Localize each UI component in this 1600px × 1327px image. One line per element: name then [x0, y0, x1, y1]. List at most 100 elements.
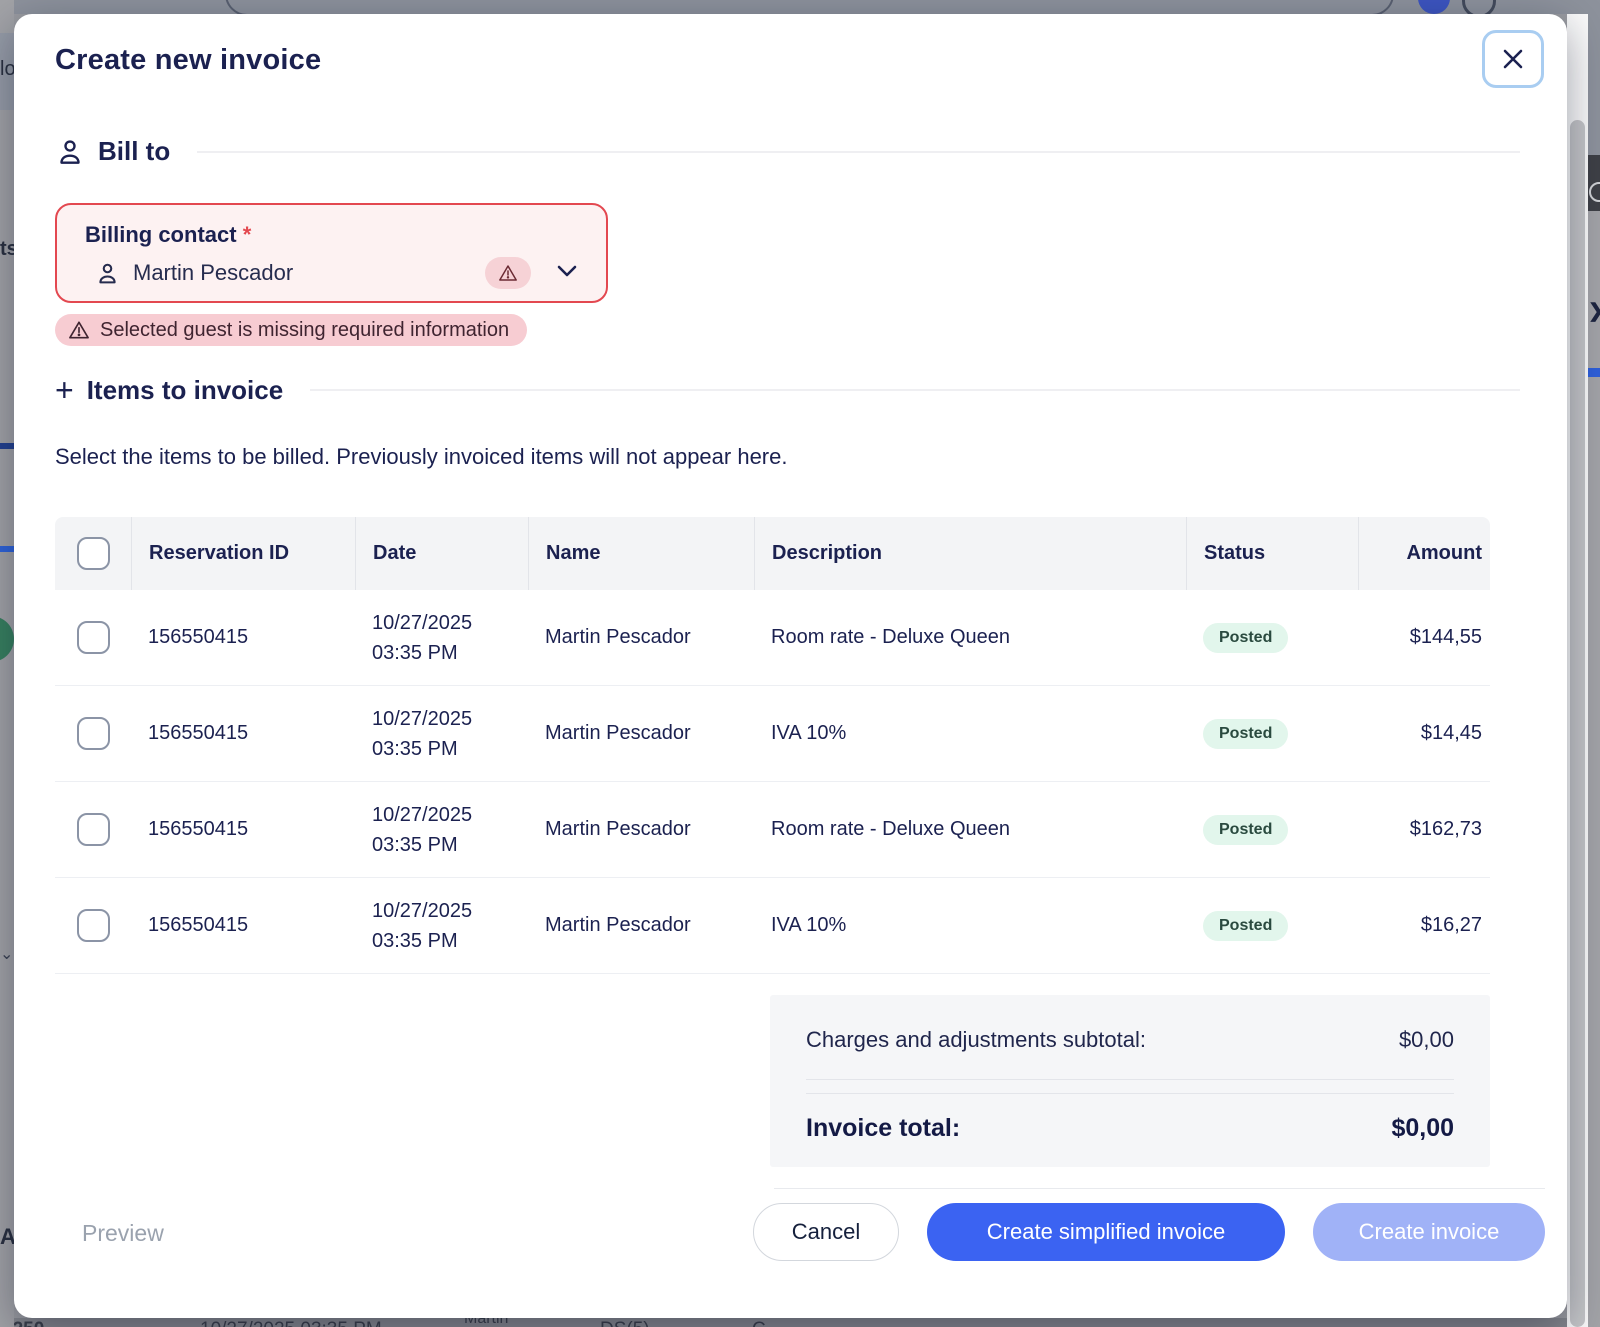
- row-checkbox[interactable]: [77, 909, 110, 942]
- field-warning-badge: [485, 257, 531, 289]
- cell-description: Room rate - Deluxe Queen: [754, 626, 1186, 649]
- cell-description: IVA 10%: [754, 722, 1186, 745]
- table-header-row: Reservation ID Date Name Description Sta…: [55, 517, 1490, 590]
- billing-contact-value: Martin Pescador: [133, 260, 293, 286]
- cancel-button[interactable]: Cancel: [753, 1203, 899, 1261]
- column-header-status: Status: [1186, 517, 1358, 590]
- background-help-icon-fragment: [1462, 0, 1496, 14]
- background-chevron-fragment: ⌄: [0, 944, 13, 964]
- totals-divider: [806, 1093, 1454, 1094]
- column-header-description: Description: [754, 517, 1186, 590]
- scrollbar-thumb[interactable]: [1570, 120, 1585, 1327]
- cell-date: 10/27/202503:35 PM: [372, 704, 472, 764]
- billing-contact-error: Selected guest is missing required infor…: [55, 314, 527, 346]
- close-button[interactable]: [1482, 30, 1544, 88]
- column-header-reservation-id: Reservation ID: [131, 517, 355, 590]
- status-badge: Posted: [1203, 719, 1288, 749]
- column-header-amount: Amount: [1358, 517, 1490, 590]
- totals-divider: [806, 1079, 1454, 1080]
- footer-divider: [774, 1188, 1545, 1189]
- cell-date: 10/27/202503:35 PM: [372, 800, 472, 860]
- subtotal-label: Charges and adjustments subtotal:: [806, 1027, 1146, 1053]
- table-row: 156550415 10/27/202503:35 PM Martin Pesc…: [55, 782, 1490, 878]
- cell-reservation-id: 156550415: [131, 626, 355, 649]
- billing-contact-value-row: Martin Pescador: [95, 260, 293, 286]
- background-line-fragment: [0, 546, 14, 552]
- background-green-circle-fragment: [0, 616, 14, 662]
- background-table-fragment: 1250: [14, 1319, 44, 1327]
- cell-name: Martin Pescador: [528, 626, 754, 649]
- bill-to-section-header: Bill to: [55, 136, 1520, 167]
- invoice-total-value: $0,00: [1391, 1114, 1454, 1143]
- cell-reservation-id: 156550415: [131, 914, 355, 937]
- row-checkbox[interactable]: [77, 621, 110, 654]
- background-text-fragment: ts: [0, 238, 14, 261]
- status-badge: Posted: [1203, 911, 1288, 941]
- plus-icon: +: [55, 374, 74, 406]
- select-all-checkbox[interactable]: [77, 537, 110, 570]
- items-section-header: + Items to invoice: [55, 374, 1520, 406]
- cell-date: 10/27/202503:35 PM: [372, 896, 472, 956]
- billing-contact-label: Billing contact *: [85, 222, 251, 248]
- table-row: 156550415 10/27/202503:35 PM Martin Pesc…: [55, 878, 1490, 974]
- background-text-fragment: A: [0, 1224, 14, 1250]
- background-table-fragment: DS(5): [600, 1319, 650, 1327]
- create-invoice-button[interactable]: Create invoice: [1313, 1203, 1545, 1261]
- cell-name: Martin Pescador: [528, 914, 754, 937]
- warning-icon: [498, 264, 518, 282]
- cell-description: Room rate - Deluxe Queen: [754, 818, 1186, 841]
- background-line-fragment: [0, 443, 14, 449]
- required-asterisk: *: [243, 222, 252, 247]
- cell-amount: $144,55: [1358, 626, 1490, 649]
- cell-date: 10/27/202503:35 PM: [372, 608, 472, 668]
- cell-amount: $14,45: [1358, 722, 1490, 745]
- backdrop-bottom-strip: 1250 10/27/2025 03:35 PM Martin DS(5) C: [14, 1318, 1588, 1327]
- invoice-items-table: Reservation ID Date Name Description Sta…: [55, 517, 1490, 974]
- dialog-footer: Preview Cancel Create simplified invoice…: [14, 1203, 1567, 1273]
- background-table-fragment: 10/27/2025 03:35 PM: [200, 1319, 382, 1327]
- background-avatar-fragment: [1418, 0, 1450, 14]
- section-title: Bill to: [98, 136, 170, 167]
- cell-description: IVA 10%: [754, 914, 1186, 937]
- background-text-fragment: lo: [0, 58, 14, 81]
- table-row: 156550415 10/27/202503:35 PM Martin Pesc…: [55, 686, 1490, 782]
- items-helper-text: Select the items to be billed. Previousl…: [55, 444, 787, 470]
- cell-reservation-id: 156550415: [131, 818, 355, 841]
- backdrop-left-strip: lo ts ⌄ A: [0, 0, 14, 1327]
- person-icon: [95, 261, 120, 286]
- background-band-fragment: [1588, 0, 1600, 155]
- status-badge: Posted: [1203, 815, 1288, 845]
- cell-name: Martin Pescador: [528, 818, 754, 841]
- row-checkbox[interactable]: [77, 813, 110, 846]
- table-row: 156550415 10/27/202503:35 PM Martin Pesc…: [55, 590, 1490, 686]
- background-chevron-fragment: ❯: [1588, 300, 1600, 323]
- section-title: Items to invoice: [87, 375, 284, 406]
- backdrop-right-strip: ❯: [1588, 0, 1600, 1327]
- invoice-total-label: Invoice total:: [806, 1114, 960, 1143]
- background-table-fragment: Martin: [464, 1318, 508, 1327]
- close-icon: [1502, 48, 1524, 70]
- row-checkbox[interactable]: [77, 717, 110, 750]
- column-header-name: Name: [528, 517, 754, 590]
- cell-amount: $162,73: [1358, 818, 1490, 841]
- cell-amount: $16,27: [1358, 914, 1490, 937]
- invoice-totals-panel: Charges and adjustments subtotal: $0,00 …: [770, 995, 1490, 1167]
- background-line-fragment: [1588, 368, 1600, 377]
- create-simplified-invoice-button[interactable]: Create simplified invoice: [927, 1203, 1285, 1261]
- person-icon: [55, 137, 85, 167]
- section-divider: [310, 389, 1520, 391]
- billing-contact-select[interactable]: Billing contact * Martin Pescador: [55, 203, 608, 303]
- backdrop-top-strip: [14, 0, 1588, 14]
- preview-button[interactable]: Preview: [82, 1220, 164, 1247]
- column-header-date: Date: [355, 517, 528, 590]
- status-badge: Posted: [1203, 623, 1288, 653]
- background-search-bar-fragment: [225, 0, 1394, 14]
- section-divider: [197, 151, 1520, 153]
- cell-name: Martin Pescador: [528, 722, 754, 745]
- dialog-title: Create new invoice: [55, 44, 321, 77]
- warning-icon: [68, 320, 90, 340]
- background-table-fragment: C: [752, 1319, 766, 1327]
- cell-reservation-id: 156550415: [131, 722, 355, 745]
- create-invoice-dialog: Create new invoice Bill to Billing conta…: [14, 14, 1567, 1318]
- chevron-down-icon: [555, 263, 579, 279]
